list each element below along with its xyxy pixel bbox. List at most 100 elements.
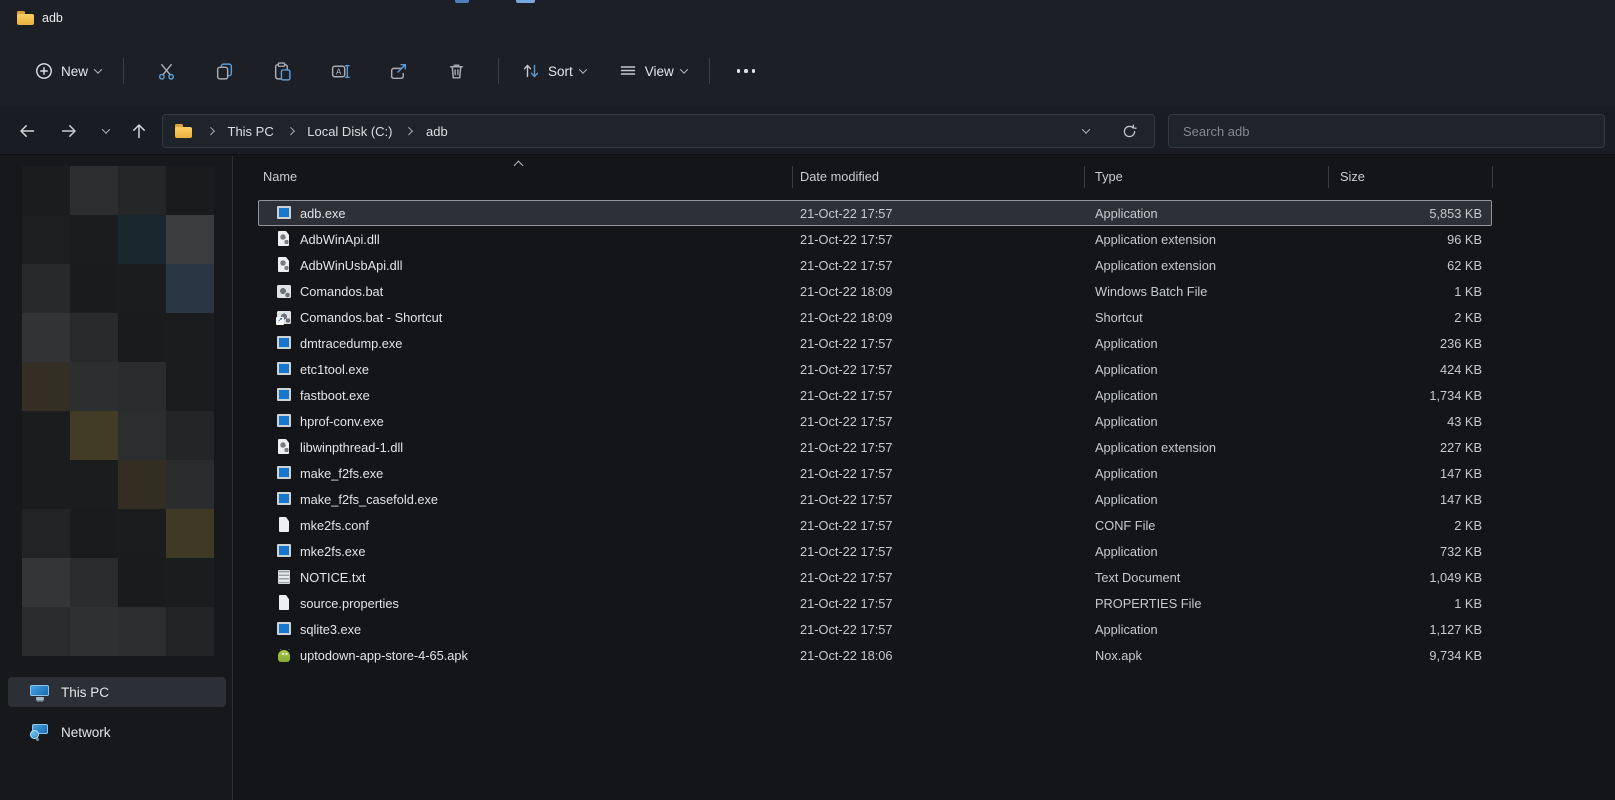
file-name: make_f2fs_casefold.exe (300, 492, 438, 507)
file-row[interactable]: Comandos.bat 21-Oct-22 18:09 Windows Bat… (258, 278, 1492, 304)
file-row[interactable]: uptodown-app-store-4-65.apk 21-Oct-22 18… (258, 642, 1492, 668)
sort-button-label: Sort (548, 64, 573, 79)
back-button[interactable] (10, 114, 44, 148)
file-row[interactable]: make_f2fs_casefold.exe 21-Oct-22 17:57 A… (258, 486, 1492, 512)
file-type: Application (1095, 388, 1339, 403)
file-type: CONF File (1095, 518, 1339, 533)
new-button[interactable]: New (25, 52, 110, 90)
file-type: Windows Batch File (1095, 284, 1339, 299)
file-date-modified: 21-Oct-22 17:57 (800, 544, 1095, 559)
file-size: 1,127 KB (1339, 622, 1492, 637)
content-area: This PC Network Name Date modified Type … (0, 156, 1615, 800)
chevron-down-icon (579, 65, 587, 73)
refresh-button[interactable] (1117, 115, 1141, 147)
sidebar-item-this-pc[interactable]: This PC (8, 677, 226, 707)
file-row[interactable]: dmtracedump.exe 21-Oct-22 17:57 Applicat… (258, 330, 1492, 356)
file-date-modified: 21-Oct-22 17:57 (800, 362, 1095, 377)
file-type: Nox.apk (1095, 648, 1339, 663)
file-size: 9,734 KB (1339, 648, 1492, 663)
column-header-date-modified[interactable]: Date modified (793, 166, 1085, 188)
column-header-name[interactable]: Name (253, 166, 793, 188)
file-size: 62 KB (1339, 258, 1492, 273)
file-row[interactable]: source.properties 21-Oct-22 17:57 PROPER… (258, 590, 1492, 616)
file-row[interactable]: mke2fs.conf 21-Oct-22 17:57 CONF File 2 … (258, 512, 1492, 538)
file-rows: adb.exe 21-Oct-22 17:57 Application 5,85… (258, 200, 1492, 668)
file-row[interactable]: hprof-conv.exe 21-Oct-22 17:57 Applicati… (258, 408, 1492, 434)
up-button[interactable] (122, 114, 156, 148)
file-size: 236 KB (1339, 336, 1492, 351)
file-type: Application (1095, 544, 1339, 559)
sidebar-item-label: This PC (61, 685, 109, 700)
file-row[interactable]: libwinpthread-1.dll 21-Oct-22 17:57 Appl… (258, 434, 1492, 460)
file-row[interactable]: NOTICE.txt 21-Oct-22 17:57 Text Document… (258, 564, 1492, 590)
copy-icon (214, 61, 235, 82)
file-type: Application (1095, 622, 1339, 637)
address-dropdown-button[interactable] (1075, 115, 1097, 147)
folder-icon (17, 11, 34, 25)
trash-icon (446, 61, 467, 82)
file-date-modified: 21-Oct-22 17:57 (800, 466, 1095, 481)
file-icon (276, 543, 292, 559)
file-name: mke2fs.exe (300, 544, 365, 559)
file-type: Application extension (1095, 232, 1339, 247)
file-name: AdbWinUsbApi.dll (300, 258, 402, 273)
file-name: source.properties (300, 596, 399, 611)
share-button[interactable] (377, 52, 419, 90)
more-options-button[interactable] (725, 52, 767, 90)
rename-icon: A (330, 61, 351, 82)
breadcrumb-adb[interactable]: adb (419, 121, 455, 142)
file-icon (276, 413, 292, 429)
plus-circle-icon (34, 61, 54, 81)
file-row[interactable]: AdbWinApi.dll 21-Oct-22 17:57 Applicatio… (258, 226, 1492, 252)
delete-button[interactable] (435, 52, 477, 90)
file-row[interactable]: sqlite3.exe 21-Oct-22 17:57 Application … (258, 616, 1492, 642)
file-row[interactable]: make_f2fs.exe 21-Oct-22 17:57 Applicatio… (258, 460, 1492, 486)
file-icon (276, 569, 292, 585)
forward-button[interactable] (52, 114, 86, 148)
file-name: mke2fs.conf (300, 518, 369, 533)
chevron-down-icon (94, 65, 102, 73)
file-row[interactable]: mke2fs.exe 21-Oct-22 17:57 Application 7… (258, 538, 1492, 564)
file-row[interactable]: adb.exe 21-Oct-22 17:57 Application 5,85… (258, 200, 1492, 226)
column-header-name-label: Name (263, 169, 297, 184)
sidebar-item-network[interactable]: Network (8, 717, 226, 747)
file-icon (276, 361, 292, 377)
breadcrumb-separator-icon (207, 127, 215, 135)
file-icon (276, 647, 292, 663)
address-bar[interactable]: This PC Local Disk (C:) adb (162, 114, 1155, 148)
file-type: Application extension (1095, 258, 1339, 273)
file-type: Application (1095, 414, 1339, 429)
file-size: 1,049 KB (1339, 570, 1492, 585)
file-size: 227 KB (1339, 440, 1492, 455)
breadcrumb-local-disk-c[interactable]: Local Disk (C:) (300, 121, 399, 142)
file-date-modified: 21-Oct-22 17:57 (800, 622, 1095, 637)
file-row[interactable]: AdbWinUsbApi.dll 21-Oct-22 17:57 Applica… (258, 252, 1492, 278)
rename-button[interactable]: A (319, 52, 361, 90)
titlebar-artifact (455, 0, 469, 3)
file-icon (276, 491, 292, 507)
breadcrumb-this-pc[interactable]: This PC (221, 121, 281, 142)
file-type: Shortcut (1095, 310, 1339, 325)
paste-button[interactable] (261, 52, 303, 90)
column-header-size[interactable]: Size (1329, 166, 1493, 188)
search-input[interactable] (1168, 114, 1605, 148)
sort-button[interactable]: Sort (512, 52, 595, 90)
file-size: 43 KB (1339, 414, 1492, 429)
column-header-type[interactable]: Type (1085, 166, 1329, 188)
arrow-left-icon (17, 121, 37, 141)
view-button[interactable]: View (609, 52, 696, 90)
file-row[interactable]: fastboot.exe 21-Oct-22 17:57 Application… (258, 382, 1492, 408)
copy-button[interactable] (203, 52, 245, 90)
file-name: etc1tool.exe (300, 362, 369, 377)
cut-button[interactable] (145, 52, 187, 90)
file-name: Comandos.bat (300, 284, 383, 299)
file-name: libwinpthread-1.dll (300, 440, 403, 455)
file-icon (276, 257, 292, 273)
file-icon (276, 387, 292, 403)
file-row[interactable]: Comandos.bat - Shortcut 21-Oct-22 18:09 … (258, 304, 1492, 330)
window-title: adb (42, 11, 63, 25)
recent-locations-button[interactable] (92, 114, 120, 148)
column-header-type-label: Type (1095, 169, 1123, 184)
file-name: make_f2fs.exe (300, 466, 383, 481)
file-row[interactable]: etc1tool.exe 21-Oct-22 17:57 Application… (258, 356, 1492, 382)
